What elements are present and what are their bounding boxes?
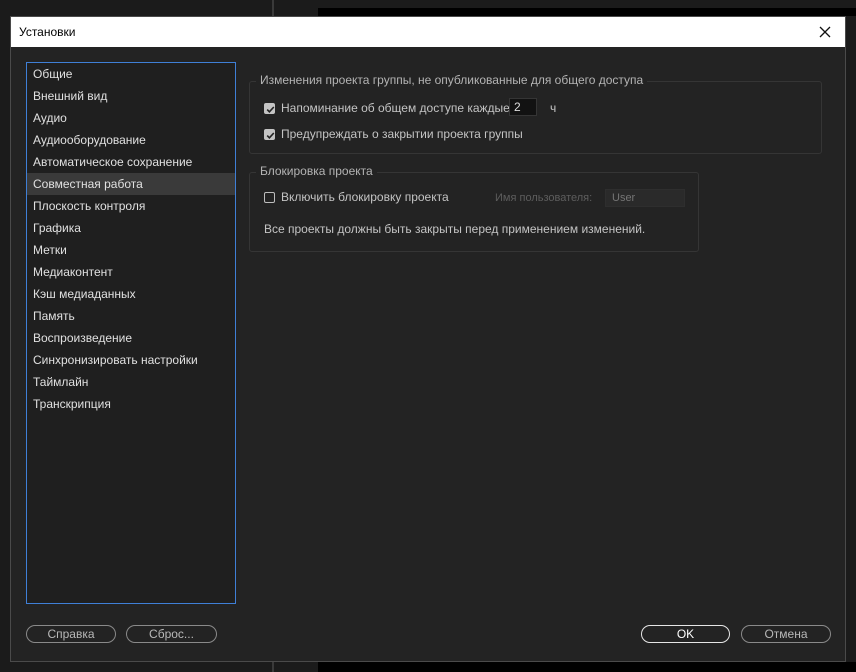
cancel-button[interactable]: Отмена [741, 625, 831, 643]
enable-lock-label: Включить блокировку проекта [281, 190, 449, 204]
background-divider [272, 0, 274, 16]
dialog-title: Установки [19, 25, 76, 39]
sidebar-item[interactable]: Общие [27, 63, 235, 85]
sidebar-item[interactable]: Транскрипция [27, 393, 235, 415]
sidebar-item[interactable]: Медиаконтент [27, 261, 235, 283]
lock-note: Все проекты должны быть закрыты перед пр… [264, 222, 646, 236]
sidebar-item[interactable]: Автоматическое сохранение [27, 151, 235, 173]
ok-button[interactable]: OK [641, 625, 730, 643]
sidebar-item[interactable]: Метки [27, 239, 235, 261]
reset-button[interactable]: Сброс... [126, 625, 217, 643]
sidebar-item[interactable]: Аудио [27, 107, 235, 129]
sidebar-item[interactable]: Память [27, 305, 235, 327]
warn-close-label: Предупреждать о закрытии проекта группы [281, 127, 523, 141]
preferences-dialog: Установки Общие Внешний вид Аудио Аудиообор… [10, 16, 846, 662]
reminder-label: Напоминание об общем доступе каждые: [281, 101, 514, 115]
background-panel [318, 8, 856, 16]
close-button[interactable] [805, 17, 845, 47]
sidebar-item[interactable]: Совместная работа [27, 173, 235, 195]
sidebar-item[interactable]: Синхронизировать настройки [27, 349, 235, 371]
group-title-lock: Блокировка проекта [256, 164, 377, 178]
reminder-interval-input[interactable] [509, 98, 537, 116]
sidebar-item[interactable]: Кэш медиаданных [27, 283, 235, 305]
help-button[interactable]: Справка [26, 625, 116, 643]
category-list[interactable]: Общие Внешний вид Аудио Аудиооборудование Ав… [26, 62, 236, 604]
sidebar-item[interactable]: Графика [27, 217, 235, 239]
sidebar-item[interactable]: Таймлайн [27, 371, 235, 393]
checkmark-icon [266, 105, 275, 113]
reminder-checkbox[interactable] [264, 102, 275, 114]
group-project-lock: Блокировка проекта Включить блокировку п… [249, 164, 699, 252]
warn-close-checkbox[interactable] [264, 128, 275, 140]
username-label: Имя пользователя: [495, 192, 593, 204]
sidebar-item[interactable]: Аудиооборудование [27, 129, 235, 151]
close-icon [819, 26, 831, 38]
username-input[interactable] [605, 189, 685, 207]
enable-lock-checkbox[interactable] [264, 191, 275, 203]
checkmark-icon [266, 131, 275, 139]
title-bar: Установки [11, 17, 845, 47]
background-divider-bottom [272, 662, 274, 672]
sidebar-item[interactable]: Плоскость контроля [27, 195, 235, 217]
reminder-unit: ч [550, 101, 557, 115]
group-title-unpublished: Изменения проекта группы, не опубликован… [256, 73, 648, 87]
sidebar-item[interactable]: Внешний вид [27, 85, 235, 107]
background-panel-bottom [318, 662, 856, 672]
group-unpublished-changes: Изменения проекта группы, не опубликован… [249, 73, 822, 154]
sidebar-item[interactable]: Воспроизведение [27, 327, 235, 349]
